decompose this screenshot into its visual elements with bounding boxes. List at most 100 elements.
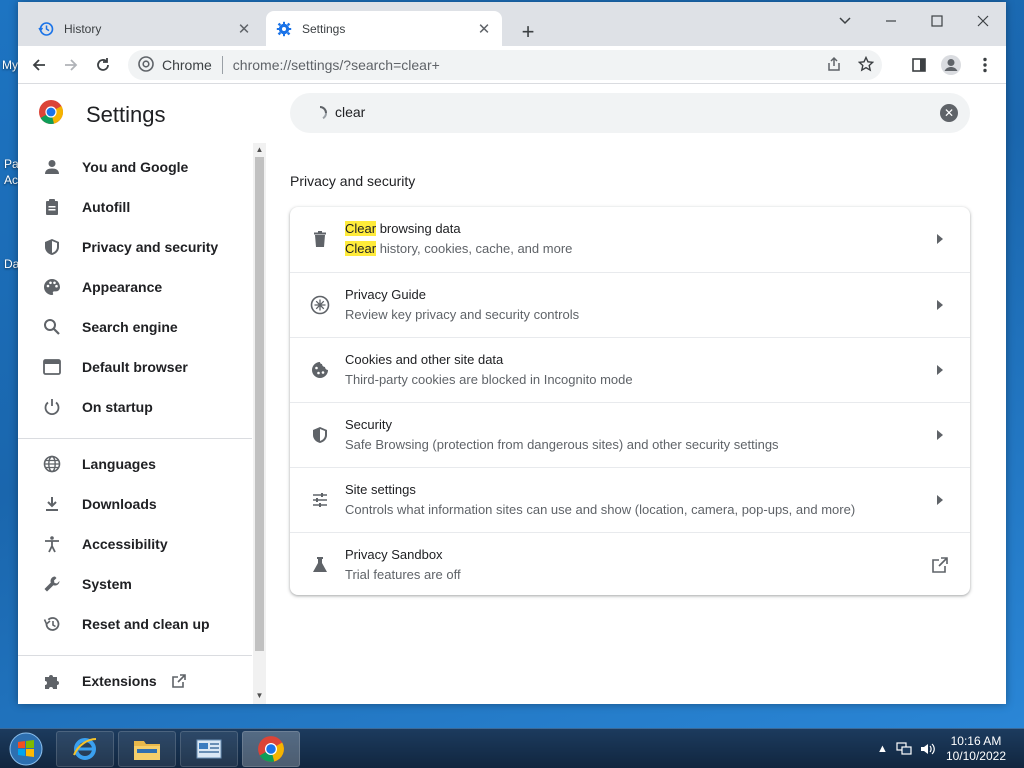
row-security[interactable]: Security Safe Browsing (protection from … (290, 402, 970, 467)
minimize-icon (886, 20, 896, 22)
section-title: Privacy and security (290, 173, 416, 189)
sidebar-divider (18, 655, 252, 656)
sidebar-item-search-engine[interactable]: Search engine (18, 307, 252, 347)
chevron-down-icon (839, 17, 851, 25)
chrome-icon (138, 55, 154, 75)
desktop-label[interactable]: Pa (4, 157, 19, 171)
reload-icon (97, 58, 109, 71)
back-button[interactable] (26, 52, 52, 78)
sidebar-item-system[interactable]: System (18, 564, 252, 604)
download-icon (42, 494, 62, 514)
taskbar-internet-explorer[interactable] (56, 731, 114, 767)
address-bar[interactable]: Chrome chrome://settings/?search=clear+ (128, 50, 882, 80)
close-icon[interactable]: ✕ (476, 21, 492, 38)
clear-search-button[interactable]: ✕ (940, 104, 958, 122)
row-subtitle: Third-party cookies are blocked in Incog… (345, 372, 633, 387)
sidebar-item-label: Accessibility (82, 536, 168, 552)
sidebar-item-appearance[interactable]: Appearance (18, 267, 252, 307)
sidebar-scrollbar[interactable]: ▲ ▼ (253, 143, 266, 704)
tab-search-button[interactable] (822, 6, 868, 36)
row-subtitle: Controls what information sites can use … (345, 502, 856, 517)
sidebar-item-label: Extensions (82, 673, 157, 689)
sidebar-item-label: On startup (82, 399, 153, 415)
clock[interactable]: 10:16 AM 10/10/2022 (946, 734, 1006, 764)
taskbar: ▲ 10:16 AM 10/10/2022 (0, 728, 1024, 768)
search-input[interactable]: clear (335, 104, 365, 120)
folder-icon (134, 741, 160, 760)
row-title: Privacy Guide (345, 287, 426, 302)
desktop-label[interactable]: Ac (4, 173, 18, 187)
sidebar-item-languages[interactable]: Languages (18, 444, 252, 484)
trash-icon (310, 229, 330, 249)
side-panel-button[interactable] (906, 52, 932, 78)
scroll-down-icon[interactable]: ▼ (255, 691, 264, 701)
sidebar-item-extensions[interactable]: Extensions (18, 661, 252, 701)
sidebar: You and Google Autofill Privacy and secu… (18, 143, 266, 704)
taskbar-file-explorer[interactable] (118, 731, 176, 767)
row-cookies[interactable]: Cookies and other site data Third-party … (290, 337, 970, 402)
taskbar-chrome[interactable] (242, 731, 300, 767)
settings-search[interactable]: clear ✕ (290, 93, 970, 133)
settings-page: Settings clear ✕ You and Google Autofill… (18, 85, 1006, 704)
row-privacy-guide[interactable]: Privacy Guide Review key privacy and sec… (290, 272, 970, 337)
forward-button[interactable] (58, 52, 84, 78)
scrollbar-thumb[interactable] (255, 157, 264, 651)
row-privacy-sandbox[interactable]: Privacy Sandbox Trial features are off (290, 532, 970, 597)
open-in-new-icon[interactable] (930, 555, 950, 575)
new-tab-button[interactable]: + (514, 18, 542, 46)
search-highlight: Clear (345, 241, 377, 256)
chrome-logo-icon (38, 99, 64, 130)
page-title: Settings (86, 101, 166, 127)
menu-button[interactable] (972, 52, 998, 78)
maximize-icon (931, 15, 943, 27)
cookie-icon (310, 360, 330, 380)
sidebar-item-accessibility[interactable]: Accessibility (18, 524, 252, 564)
arrow-right-icon (65, 59, 78, 71)
start-button[interactable] (6, 731, 46, 767)
sidebar-item-label: You and Google (82, 159, 189, 175)
volume-icon[interactable] (920, 742, 936, 756)
search-highlight: Clear (345, 221, 377, 236)
network-icon[interactable] (896, 742, 912, 756)
minimize-button[interactable] (868, 6, 914, 36)
close-icon[interactable]: ✕ (236, 21, 252, 38)
reload-button[interactable] (90, 52, 116, 78)
row-title: Clear browsing data (345, 221, 461, 236)
close-icon (977, 15, 989, 27)
sidebar-item-downloads[interactable]: Downloads (18, 484, 252, 524)
tab-history[interactable]: History ✕ (28, 11, 262, 46)
tab-title: Settings (302, 21, 346, 36)
bookmark-star-icon[interactable] (857, 55, 875, 75)
row-title: Site settings (345, 482, 416, 497)
sidebar-item-privacy-and-security[interactable]: Privacy and security (18, 227, 252, 267)
row-clear-browsing-data[interactable]: Clear browsing data Clear history, cooki… (290, 207, 970, 272)
settings-header: Settings (38, 99, 166, 130)
sidebar-item-label: Default browser (82, 359, 188, 375)
more-vert-icon (983, 57, 987, 73)
row-site-settings[interactable]: Site settings Controls what information … (290, 467, 970, 532)
sidebar-item-autofill[interactable]: Autofill (18, 187, 252, 227)
maximize-button[interactable] (914, 6, 960, 36)
sidebar-item-you-and-google[interactable]: You and Google (18, 147, 252, 187)
shield-icon (310, 425, 330, 445)
sidebar-item-default-browser[interactable]: Default browser (18, 347, 252, 387)
tab-settings[interactable]: Settings ✕ (266, 11, 502, 46)
sidebar-item-reset-and-clean-up[interactable]: Reset and clean up (18, 604, 252, 644)
taskbar-control-panel[interactable] (180, 731, 238, 767)
desktop-label[interactable]: My (2, 58, 18, 72)
sliders-icon (310, 490, 330, 510)
gear-icon (276, 21, 292, 37)
close-window-button[interactable] (960, 6, 1006, 36)
search-icon (42, 317, 62, 337)
sidebar-item-label: Languages (82, 456, 156, 472)
chevron-up-icon[interactable]: ▲ (877, 743, 888, 755)
row-title: Cookies and other site data (345, 352, 504, 367)
arrow-right-icon (934, 363, 946, 377)
profile-button[interactable] (938, 52, 964, 78)
wrench-icon (42, 574, 62, 594)
scroll-up-icon[interactable]: ▲ (255, 145, 264, 155)
row-subtitle: Safe Browsing (protection from dangerous… (345, 437, 779, 452)
share-icon[interactable] (826, 56, 842, 75)
history-icon (38, 21, 54, 37)
sidebar-item-on-startup[interactable]: On startup (18, 387, 252, 427)
